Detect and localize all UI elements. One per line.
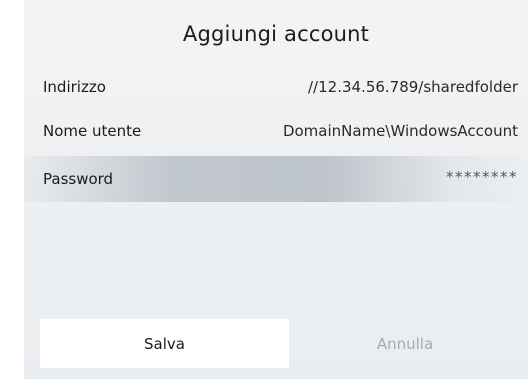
- username-label: Nome utente: [43, 122, 142, 140]
- add-account-dialog: Aggiungi account Indirizzo //12.34.56.78…: [24, 0, 528, 379]
- username-field[interactable]: Nome utente DomainName\WindowsAccount: [24, 110, 528, 154]
- password-value: ********: [446, 168, 518, 186]
- address-label: Indirizzo: [43, 78, 106, 96]
- dialog-title: Aggiungi account: [182, 22, 370, 46]
- password-label: Password: [43, 170, 114, 188]
- cancel-button[interactable]: Annulla: [291, 319, 519, 368]
- username-value: DomainName\WindowsAccount: [282, 122, 518, 140]
- save-button[interactable]: Salva: [40, 319, 289, 368]
- address-value: //12.34.56.789/sharedfolder: [308, 78, 518, 96]
- password-field[interactable]: Password ********: [24, 156, 528, 202]
- address-field[interactable]: Indirizzo //12.34.56.789/sharedfolder: [24, 66, 528, 110]
